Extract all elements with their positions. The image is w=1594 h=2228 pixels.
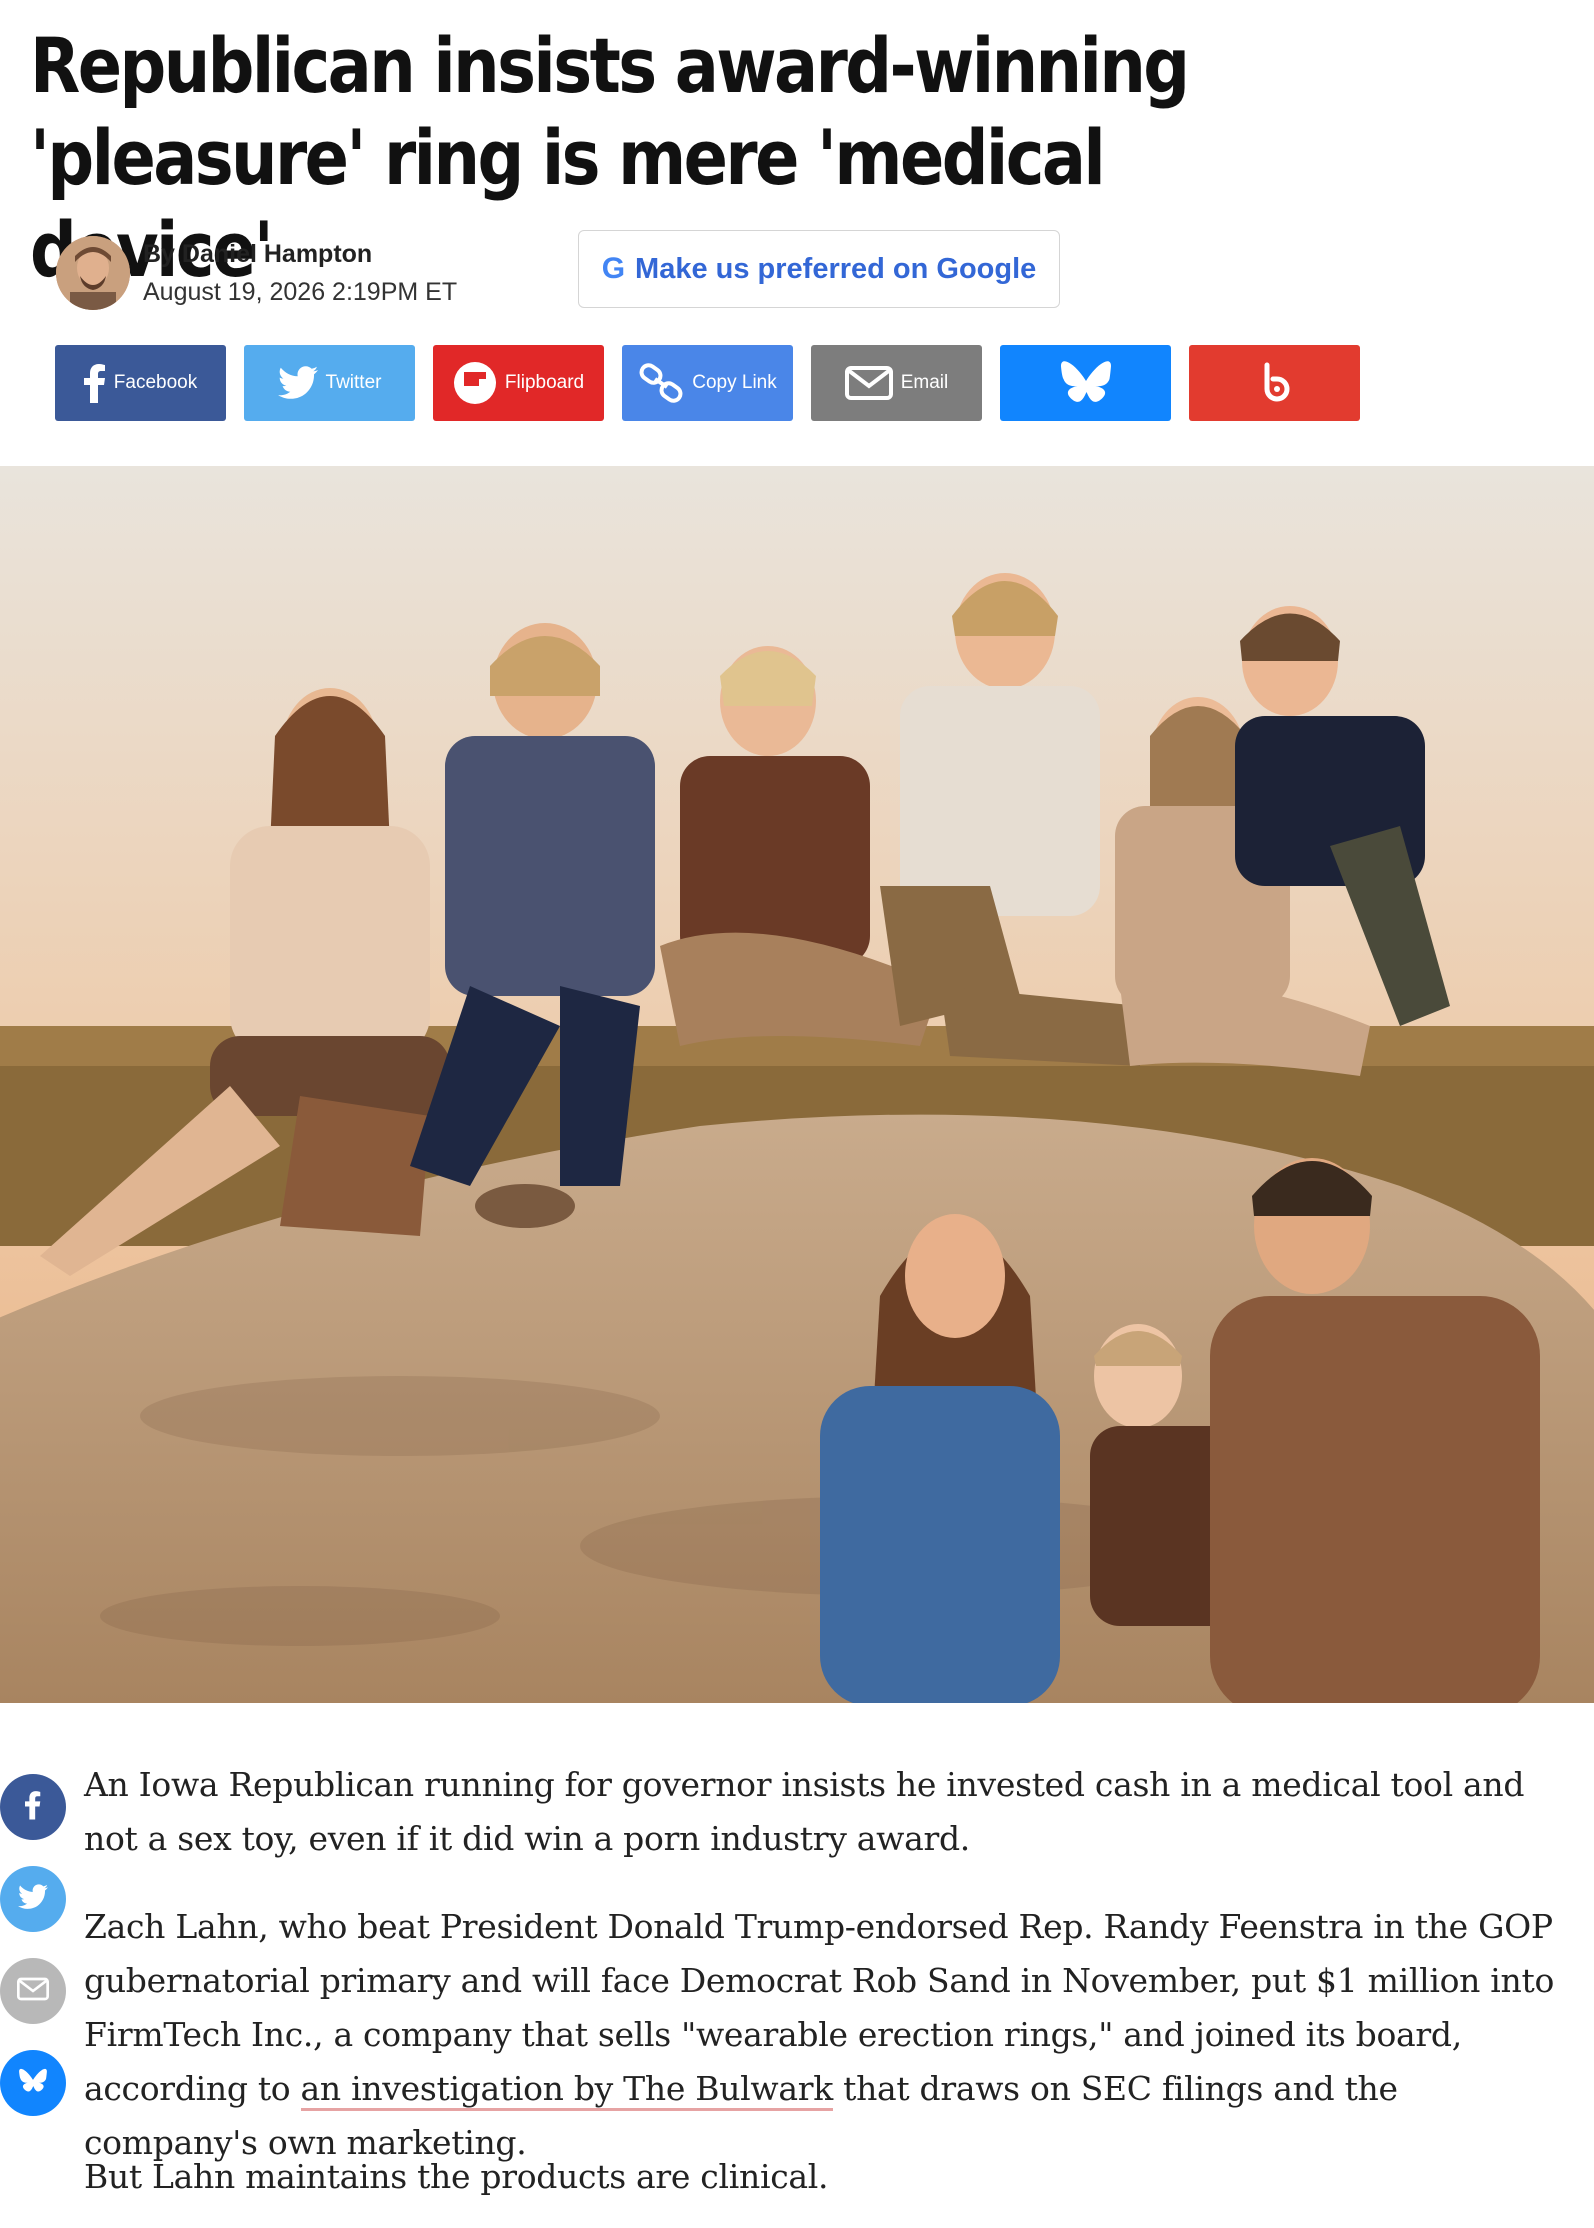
- family-photo-illustration: [0, 466, 1594, 1703]
- author-avatar-image: [56, 236, 130, 310]
- share-brand-button[interactable]: [1189, 345, 1360, 421]
- facebook-icon: [25, 1790, 41, 1825]
- side-share-facebook[interactable]: [0, 1774, 66, 1840]
- article-paragraph-1: An Iowa Republican running for governor …: [84, 1765, 1525, 1858]
- google-icon: G: [601, 252, 626, 285]
- twitter-icon: [18, 1883, 48, 1915]
- article-paragraph-3: But Lahn maintains the products are clin…: [84, 2157, 829, 2196]
- hero-photo: [0, 466, 1594, 1703]
- share-email-button[interactable]: Email: [811, 345, 982, 421]
- email-icon: [844, 366, 893, 400]
- email-icon: [17, 1977, 49, 2006]
- brand-b-icon: [1255, 361, 1295, 405]
- share-bluesky-button[interactable]: [1000, 345, 1171, 421]
- facebook-icon: [83, 363, 106, 403]
- google-preferred-label: Make us preferred on Google: [635, 252, 1037, 285]
- flipboard-icon: [453, 361, 497, 405]
- article-paragraph-2: Zach Lahn, who beat President Donald Tru…: [84, 1900, 1564, 2170]
- share-facebook-button[interactable]: Facebook: [55, 345, 226, 421]
- author-avatar[interactable]: [56, 236, 130, 310]
- share-flipboard-button[interactable]: Flipboard: [433, 345, 604, 421]
- link-icon: [638, 363, 684, 403]
- share-copy-link-label: Copy Link: [692, 372, 777, 393]
- google-preferred-button[interactable]: G Make us preferred on Google: [578, 230, 1060, 308]
- side-share-bluesky[interactable]: [0, 2050, 66, 2116]
- bluesky-icon: [18, 2068, 48, 2099]
- bulwark-investigation-link[interactable]: an investigation by The Bulwark: [300, 2069, 833, 2111]
- twitter-icon: [277, 366, 318, 400]
- share-flipboard-label: Flipboard: [504, 372, 585, 393]
- share-copy-link-button[interactable]: Copy Link: [622, 345, 793, 421]
- side-share-email[interactable]: [0, 1958, 66, 2024]
- share-twitter-button[interactable]: Twitter: [244, 345, 415, 421]
- publish-date: August 19, 2026 2:19PM ET: [143, 278, 458, 306]
- author-byline[interactable]: By Daniel Hampton: [143, 240, 372, 269]
- share-twitter-label: Twitter: [325, 372, 382, 393]
- side-share-twitter[interactable]: [0, 1866, 66, 1932]
- share-facebook-label: Facebook: [113, 372, 198, 393]
- bluesky-icon: [1059, 360, 1113, 406]
- share-email-label: Email: [900, 372, 949, 393]
